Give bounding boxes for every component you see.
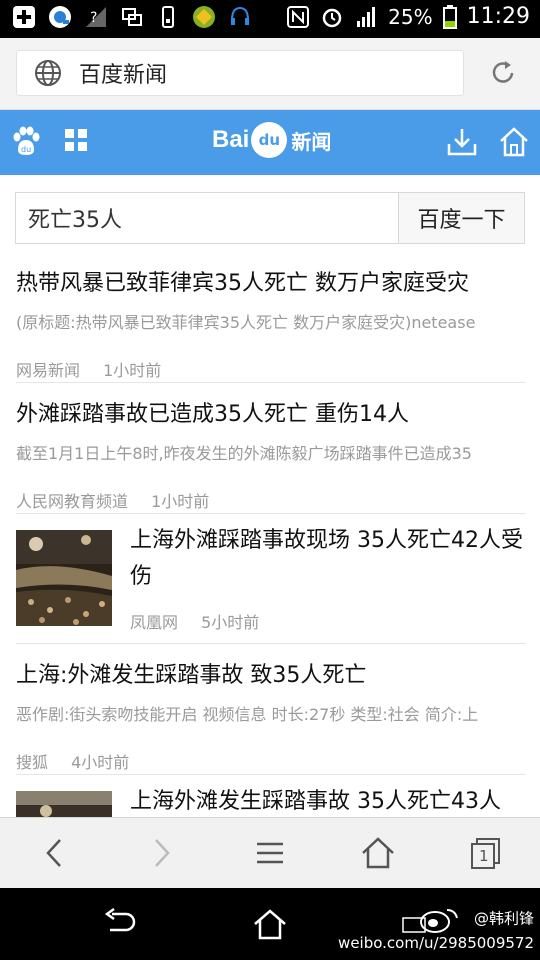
news-source: 网易新闻 [16,361,81,380]
news-meta: 人民网教育频道 1小时前 [16,488,526,512]
divider [16,382,526,383]
phone-icon [162,6,174,28]
search-bar: 死亡35人 百度一下 [15,192,525,244]
screen-icon [122,8,142,26]
news-source: 凤凰网 [130,613,179,632]
news-time: 1小时前 [151,492,210,511]
divider [16,513,526,514]
battery-icon [442,4,457,29]
logo-du: du [251,122,288,158]
news-item[interactable]: 上海:外滩发生踩踏事故 致35人死亡 恶作剧:街头索吻技能开启 视频信息 时长:… [16,657,526,773]
back-icon[interactable] [40,836,70,870]
watermark-user: @韩利锋 [473,909,534,928]
news-time: 1小时前 [103,361,162,380]
divider [16,643,526,644]
logo-bai: Bai [212,126,250,153]
news-abstract: (原标题:热带风暴已致菲律宾35人死亡 数万户家庭受灾)netease [16,313,476,332]
baidu-news-header: du Bai du 新闻 [0,110,540,175]
clock: 11:29 [466,4,530,29]
news-time: 5小时前 [201,613,260,632]
tabs-button[interactable]: 1 [470,836,502,870]
system-back-icon[interactable] [102,908,138,938]
browser-toolbar: 1 [0,817,540,888]
app-icon [193,6,215,28]
weibo-watermark: @韩利锋 weibo.com/u/2985009572 [338,904,534,952]
news-title[interactable]: 热带风暴已致菲律宾35人死亡 数万户家庭受灾 [16,265,526,297]
browser-icon [49,6,71,28]
battery-percent: 25% [388,4,433,29]
news-list: 死亡35人 百度一下 热带风暴已致菲律宾35人死亡 数万户家庭受灾 (原标题:热… [0,175,540,817]
header-home-icon[interactable] [498,126,530,158]
news-time: 4小时前 [71,753,130,772]
url-field[interactable]: 百度新闻 [16,50,464,96]
watermark-url: weibo.com/u/2985009572 [338,934,534,952]
news-meta: 搜狐 4小时前 [16,749,526,773]
news-source: 人民网教育频道 [16,492,129,511]
headset-icon [231,6,249,25]
watermark-handle: @韩利锋 [338,904,534,934]
system-home-icon[interactable] [252,908,288,940]
cell-signal-icon [357,6,376,27]
news-item[interactable]: 热带风暴已致菲律宾35人死亡 数万户家庭受灾 (原标题:热带风暴已致菲律宾35人… [16,265,526,381]
weibo-logo-icon [402,909,459,933]
home-icon[interactable] [360,836,396,870]
status-bar: ? 25% 11:29 [0,0,540,38]
search-button[interactable]: 百度一下 [398,193,524,243]
divider [16,774,526,775]
svg-text:?: ? [90,10,97,26]
download-icon[interactable] [446,126,478,158]
reload-icon[interactable] [488,58,518,88]
news-source: 搜狐 [16,753,49,772]
menu-icon[interactable] [254,836,286,870]
news-thumbnail[interactable] [16,530,112,626]
search-input[interactable]: 死亡35人 [16,193,398,243]
news-thumbnail[interactable] [16,791,112,817]
news-title[interactable]: 上海外滩踩踏事故现场 35人死亡42人受伤 [130,523,530,595]
system-nav-bar: @韩利锋 weibo.com/u/2985009572 [0,888,540,960]
signal-unknown-icon: ? [86,7,106,27]
grid-menu-icon[interactable] [64,128,88,152]
baidu-paw-icon[interactable]: du [12,126,40,156]
globe-icon [35,60,61,86]
url-text: 百度新闻 [79,63,168,88]
news-abstract: 截至1月1日上午8时,昨夜发生的外滩陈毅广场踩踏事件已造成35 [16,444,472,463]
news-title[interactable]: 上海外滩发生踩踏事故 35人死亡43人 [130,784,530,817]
plus-icon [13,6,35,28]
news-title[interactable]: 上海:外滩发生踩踏事故 致35人死亡 [16,657,526,689]
nfc-icon [287,5,310,28]
forward-icon[interactable] [146,836,176,870]
news-meta: 凤凰网 5小时前 [130,609,259,633]
alarm-icon [322,8,342,27]
address-bar: 百度新闻 [0,38,540,110]
tab-count: 1 [479,847,489,865]
baidu-news-logo[interactable]: Bai du 新闻 [212,122,331,158]
news-item[interactable]: 外滩踩踏事故已造成35人死亡 重伤14人 截至1月1日上午8时,昨夜发生的外滩陈… [16,396,526,512]
logo-news: 新闻 [291,129,332,154]
news-title[interactable]: 外滩踩踏事故已造成35人死亡 重伤14人 [16,396,526,428]
svg-text:du: du [21,145,31,154]
news-abstract: 恶作剧:街头索吻技能开启 视频信息 时长:27秒 类型:社会 简介:上 [16,705,479,724]
news-meta: 网易新闻 1小时前 [16,357,526,381]
